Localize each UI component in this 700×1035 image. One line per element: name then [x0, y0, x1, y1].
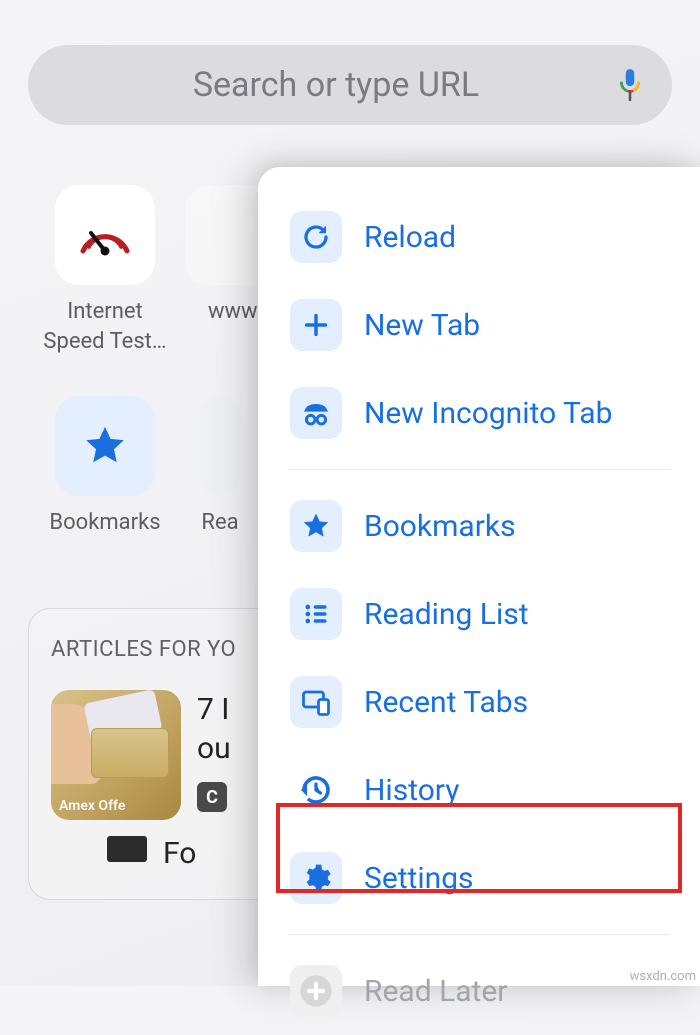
reading-list-icon [200, 396, 240, 496]
article-title-line: 7 I [197, 690, 231, 729]
menu-settings[interactable]: Settings [258, 834, 700, 922]
menu-reading-list[interactable]: Reading List [258, 570, 700, 658]
incognito-icon [290, 387, 342, 439]
article-thumbnail: Amex Offe [51, 690, 181, 820]
gear-icon [290, 852, 342, 904]
menu-recent-tabs[interactable]: Recent Tabs [258, 658, 700, 746]
overflow-menu: Reload New Tab New Incognito Tab Bookmar… [258, 167, 700, 986]
list-icon [290, 588, 342, 640]
thumbnail-caption: Amex Offe [59, 798, 125, 814]
menu-label: Read Later [364, 974, 507, 1009]
devices-icon [290, 676, 342, 728]
shortcut-label: Internet Speed Test… [40, 297, 170, 356]
menu-label: New Tab [364, 308, 480, 343]
search-placeholder: Search or type URL [56, 65, 616, 105]
gauge-icon [55, 185, 155, 285]
menu-label: History [364, 773, 459, 808]
star-icon [55, 396, 155, 496]
voice-search-icon[interactable] [616, 68, 644, 102]
star-icon [290, 500, 342, 552]
menu-separator [288, 469, 670, 470]
menu-label: New Incognito Tab [364, 396, 612, 431]
search-bar[interactable]: Search or type URL [28, 45, 672, 125]
menu-bookmarks[interactable]: Bookmarks [258, 482, 700, 570]
article-text: 7 I ou C [197, 690, 231, 812]
menu-label: Bookmarks [364, 509, 516, 544]
menu-label: Settings [364, 861, 474, 896]
shortcut-label: Bookmarks [40, 508, 170, 538]
menu-label: Reading List [364, 597, 529, 632]
article-title: Fo [163, 836, 196, 871]
menu-reload[interactable]: Reload [258, 193, 700, 281]
menu-label: Reload [364, 220, 456, 255]
article-source-badge: C [197, 782, 227, 812]
plus-circle-icon [290, 965, 342, 1017]
menu-new-tab[interactable]: New Tab [258, 281, 700, 369]
history-icon [290, 764, 342, 816]
menu-incognito[interactable]: New Incognito Tab [258, 369, 700, 457]
menu-read-later[interactable]: Read Later [258, 947, 700, 1035]
article-thumbnail [107, 836, 147, 862]
menu-history[interactable]: History [258, 746, 700, 834]
shortcut-bookmarks[interactable]: Bookmarks [40, 396, 170, 538]
article-title-line: ou [197, 729, 231, 768]
reload-icon [290, 211, 342, 263]
menu-separator [288, 934, 670, 935]
shortcut-label: Rea [190, 508, 250, 538]
watermark: wsxdn.com [630, 969, 696, 984]
menu-label: Recent Tabs [364, 685, 528, 720]
shortcut-speed-test[interactable]: Internet Speed Test… [40, 185, 170, 356]
shortcut-reading-list[interactable]: Rea [190, 396, 250, 538]
plus-icon [290, 299, 342, 351]
